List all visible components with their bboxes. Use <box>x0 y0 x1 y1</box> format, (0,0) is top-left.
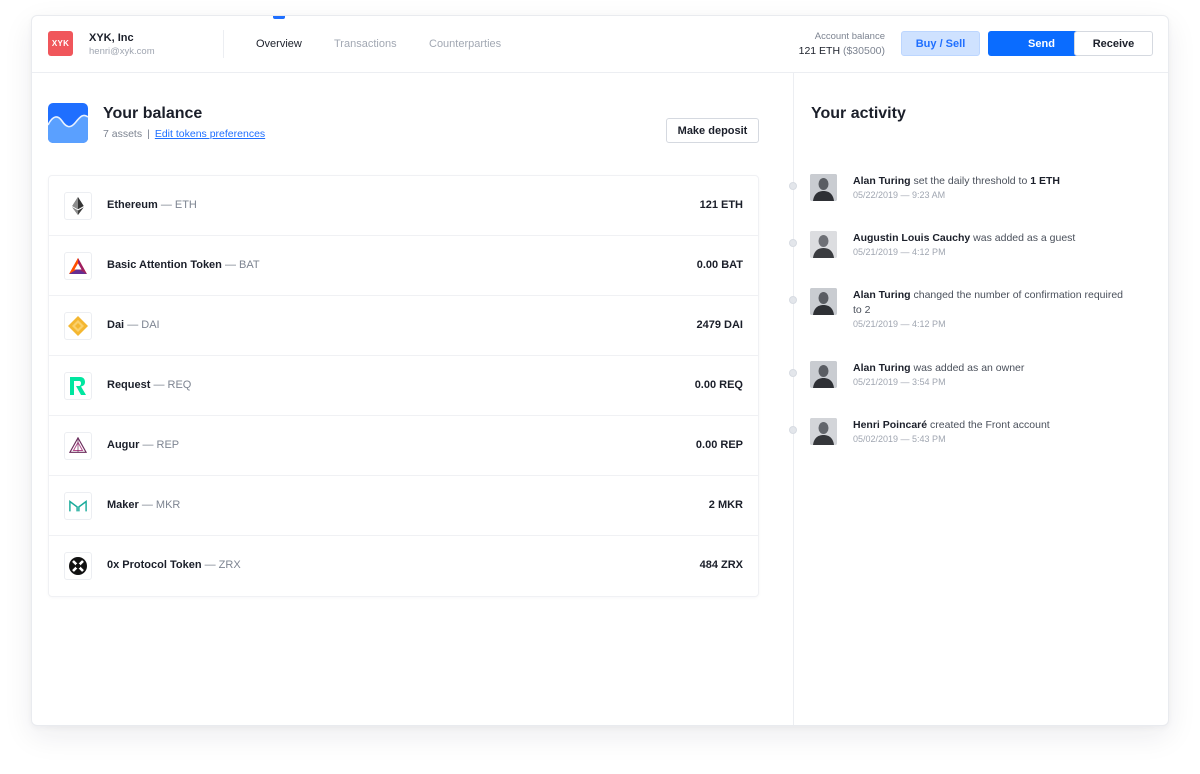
active-tab-indicator <box>273 16 285 19</box>
activity-text: set the daily threshold to <box>910 175 1031 187</box>
ethereum-icon <box>64 192 92 220</box>
asset-amount: 0.00 REP <box>695 439 743 451</box>
activity-time: 05/21/2019 — 4:12 PM <box>853 247 946 257</box>
activity-text: was added as an owner <box>910 362 1025 374</box>
asset-amount: 484 ZRX <box>699 559 743 571</box>
account-balance-eth: 121 ETH <box>798 45 841 57</box>
asset-dash: — <box>204 559 216 571</box>
activity-text: was added as a guest <box>970 232 1076 244</box>
avatar-alan-turing[interactable] <box>810 174 837 201</box>
balance-title: Your balance <box>103 105 203 122</box>
asset-row-zrx[interactable]: 0x Protocol Token — ZRX 484 ZRX <box>49 536 758 596</box>
avatar-alan-turing[interactable] <box>810 361 837 388</box>
receive-button[interactable]: Receive <box>1074 31 1153 56</box>
account-balance-value: 121 ETH ($30500) <box>799 45 885 57</box>
asset-row-mkr[interactable]: Maker — MKR 2 MKR <box>49 476 758 536</box>
subtitle-separator: | <box>147 128 150 140</box>
asset-symbol: REQ <box>167 379 192 391</box>
app-window: XYK XYK, Inc henri@xyk.com Overview Tran… <box>31 15 1169 726</box>
asset-amount: 121 ETH <box>699 199 743 211</box>
asset-dash: — <box>224 259 236 271</box>
asset-dash: — <box>142 439 154 451</box>
timeline-dot <box>789 182 797 190</box>
asset-name: Augur <box>107 439 140 451</box>
assets-count: 7 assets <box>103 128 143 140</box>
activity-emphasis: 1 ETH <box>1030 175 1060 187</box>
tab-transactions[interactable]: Transactions <box>334 38 397 50</box>
activity-actor[interactable]: Augustin Louis Cauchy <box>853 232 970 244</box>
maker-icon <box>64 492 92 520</box>
asset-amount: 2 MKR <box>708 499 743 511</box>
top-bar: XYK XYK, Inc henri@xyk.com Overview Tran… <box>32 16 1168 73</box>
org-name: XYK, Inc <box>89 32 134 44</box>
edit-tokens-link[interactable]: Edit tokens preferences <box>155 128 265 140</box>
tab-overview[interactable]: Overview <box>256 38 302 50</box>
asset-row-bat[interactable]: Basic Attention Token — BAT 0.00 BAT <box>49 236 758 296</box>
activity-text: created the Front account <box>927 419 1050 431</box>
asset-amount: 0.00 REQ <box>694 379 743 391</box>
activity-actor[interactable]: Alan Turing <box>853 362 911 374</box>
asset-amount: 2479 DAI <box>696 319 743 331</box>
activity-title: Your activity <box>811 105 906 122</box>
avatar-augustin-cauchy[interactable] <box>810 231 837 258</box>
org-email: henri@xyk.com <box>89 46 155 57</box>
make-deposit-button[interactable]: Make deposit <box>666 118 759 143</box>
augur-icon <box>64 432 92 460</box>
zrx-icon <box>64 552 92 580</box>
asset-row-req[interactable]: Request — REQ 0.00 REQ <box>49 356 758 416</box>
timeline-dot <box>789 426 797 434</box>
asset-symbol: ZRX <box>218 559 241 571</box>
asset-amount: 0.00 BAT <box>696 259 743 271</box>
avatar-alan-turing[interactable] <box>810 288 837 315</box>
timeline-dot <box>789 369 797 377</box>
asset-row-dai[interactable]: Dai — DAI 2479 DAI <box>49 296 758 356</box>
timeline-line <box>793 73 794 725</box>
timeline-dot <box>789 296 797 304</box>
buy-sell-button[interactable]: Buy / Sell <box>901 31 980 56</box>
asset-symbol: ETH <box>174 199 197 211</box>
asset-dash: — <box>141 499 153 511</box>
asset-dash: — <box>127 319 139 331</box>
asset-symbol: BAT <box>239 259 260 271</box>
activity-actor[interactable]: Alan Turing <box>853 289 911 301</box>
asset-dash: — <box>153 379 165 391</box>
asset-symbol: DAI <box>141 319 160 331</box>
asset-dash: — <box>160 199 172 211</box>
activity-time: 05/02/2019 — 5:43 PM <box>853 434 946 444</box>
asset-list: Ethereum — ETH 121 ETH Basic Attention T… <box>48 175 759 597</box>
activity-time: 05/21/2019 — 3:54 PM <box>853 377 946 387</box>
tab-counterparties[interactable]: Counterparties <box>429 38 501 50</box>
timeline-dot <box>789 239 797 247</box>
asset-row-rep[interactable]: Augur — REP 0.00 REP <box>49 416 758 476</box>
avatar-henri-poincare[interactable] <box>810 418 837 445</box>
org-logo[interactable]: XYK <box>48 31 73 56</box>
asset-name: 0x Protocol Token <box>107 559 202 571</box>
balance-chart-icon <box>48 103 88 143</box>
account-balance-fiat: ($30500) <box>842 45 885 57</box>
asset-symbol: MKR <box>155 499 181 511</box>
activity-time: 05/21/2019 — 4:12 PM <box>853 319 946 329</box>
activity-time: 05/22/2019 — 9:23 AM <box>853 190 946 200</box>
asset-name: Maker <box>107 499 139 511</box>
asset-name: Ethereum <box>107 199 158 211</box>
activity-actor[interactable]: Henri Poincaré <box>853 419 927 431</box>
asset-name: Request <box>107 379 151 391</box>
divider <box>223 30 224 58</box>
dai-icon <box>64 312 92 340</box>
asset-row-eth[interactable]: Ethereum — ETH 121 ETH <box>49 176 758 236</box>
bat-icon <box>64 252 92 280</box>
asset-symbol: REP <box>156 439 180 451</box>
asset-name: Dai <box>107 319 125 331</box>
balance-subtitle: 7 assets | Edit tokens preferences <box>103 128 265 140</box>
account-balance-label: Account balance <box>814 31 885 42</box>
activity-actor[interactable]: Alan Turing <box>853 175 911 187</box>
request-icon <box>64 372 92 400</box>
asset-name: Basic Attention Token <box>107 259 222 271</box>
